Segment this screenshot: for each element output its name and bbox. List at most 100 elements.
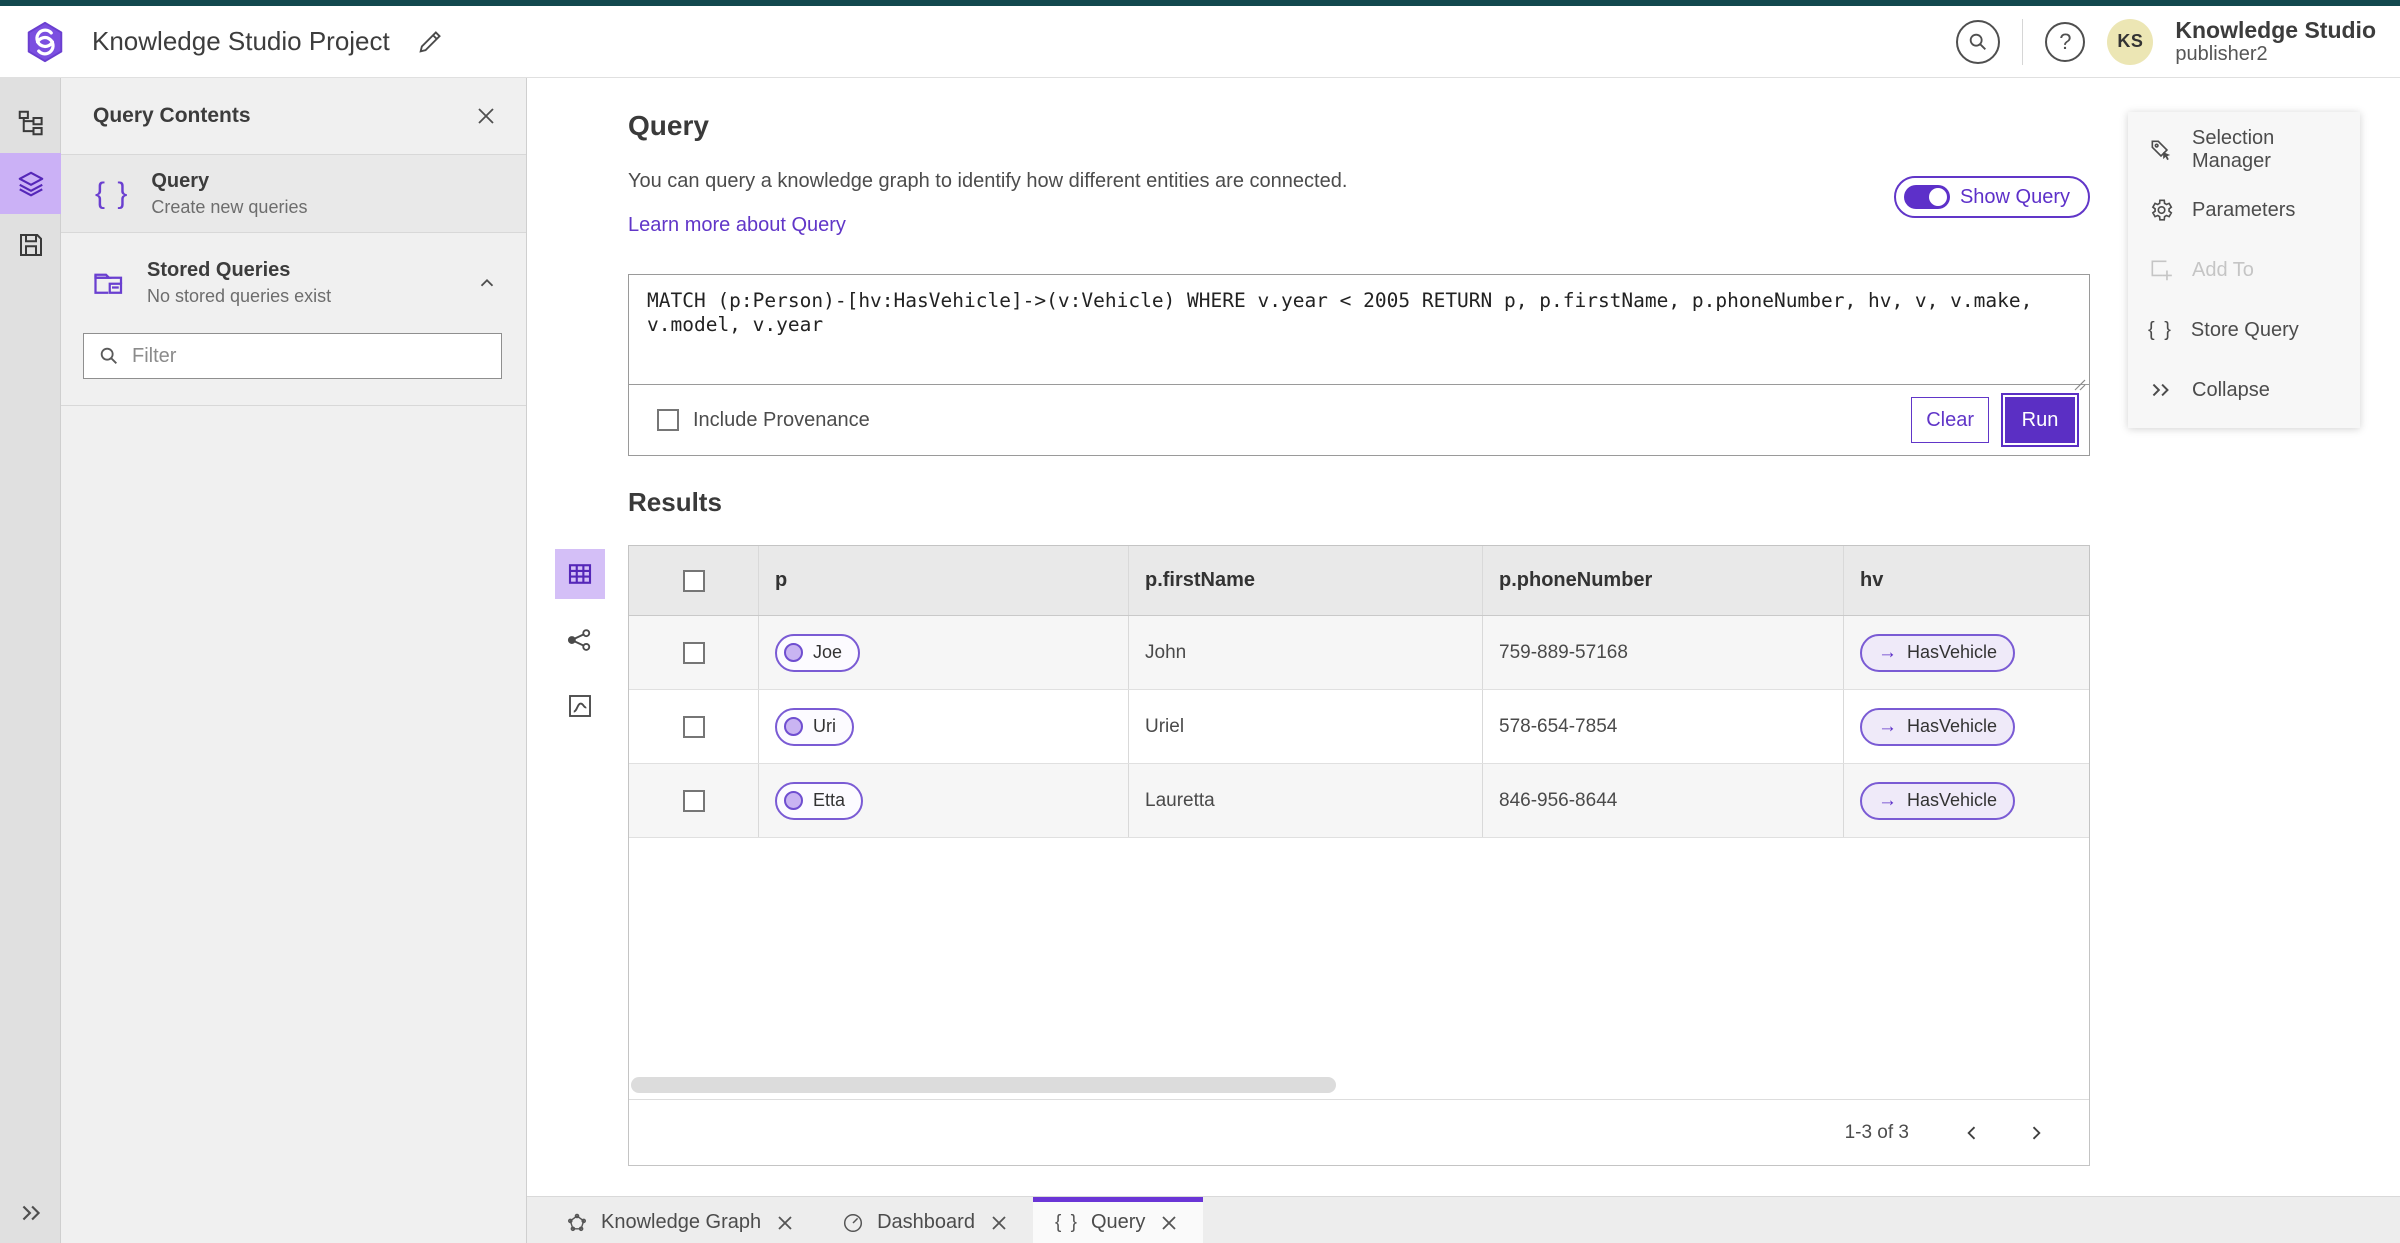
entity-pill[interactable]: Etta	[775, 781, 864, 820]
show-query-label: Show Query	[1959, 185, 2070, 208]
entity-pill[interactable]: Uri	[775, 707, 854, 746]
row-checkbox[interactable]	[682, 715, 705, 738]
search-icon	[100, 347, 117, 364]
column-header-hv[interactable]: hv	[1844, 546, 2089, 615]
stored-queries-label: Stored Queries	[147, 259, 291, 281]
collapse-button[interactable]: Collapse	[2128, 360, 2360, 420]
header-divider	[2022, 18, 2024, 65]
tab-knowledge-graph[interactable]: Knowledge Graph	[543, 1197, 819, 1243]
app-header: Knowledge Studio Project ? KS Knowledge …	[0, 6, 2400, 78]
add-to-icon	[2151, 260, 2172, 281]
table-row[interactable]: Uri Uriel 578-654-7854 → HasVehicle	[629, 690, 2089, 764]
relationship-pill[interactable]: → HasVehicle	[1860, 781, 2016, 820]
relationship-pill[interactable]: → HasVehicle	[1860, 633, 2016, 672]
show-query-toggle[interactable]: Show Query	[1893, 176, 2090, 218]
row-checkbox[interactable]	[682, 641, 705, 664]
table-view-button[interactable]	[555, 549, 605, 599]
avatar[interactable]: KS	[2107, 18, 2154, 65]
save-floppy-icon	[19, 233, 42, 256]
clear-button[interactable]: Clear	[1911, 397, 1989, 443]
selection-manager-button[interactable]: Selection Manager	[2128, 120, 2360, 180]
user-role: publisher2	[2175, 43, 2268, 66]
resize-grip-icon[interactable]	[2070, 375, 2086, 391]
dashboard-gauge-icon	[844, 1213, 863, 1232]
layers-icon	[18, 171, 43, 196]
double-chevron-right-icon	[22, 1205, 40, 1221]
query-description: You can query a knowledge graph to ident…	[628, 170, 1348, 192]
left-icon-rail	[0, 78, 61, 1243]
column-header-firstname[interactable]: p.firstName	[1129, 546, 1483, 615]
run-button[interactable]: Run	[2001, 393, 2079, 447]
stored-queries-filter	[83, 333, 502, 379]
search-button[interactable]	[1956, 19, 2001, 64]
query-item-description: Create new queries	[151, 196, 308, 217]
select-all-checkbox[interactable]	[682, 569, 705, 592]
selection-manager-icon	[2151, 140, 2171, 161]
tab-dashboard[interactable]: Dashboard	[819, 1197, 1033, 1243]
table-row[interactable]: Joe John 759-889-57168 → HasVehicle	[629, 616, 2089, 690]
graph-view-button[interactable]	[555, 615, 605, 665]
stored-queries-section[interactable]: Stored Queries No stored queries exist	[61, 259, 526, 307]
panel-item-query[interactable]: { } Query Create new queries	[61, 155, 526, 233]
panel-divider	[61, 405, 526, 406]
rail-item-save[interactable]	[0, 214, 61, 275]
search-icon	[1970, 33, 1987, 50]
close-tab-icon[interactable]	[773, 1211, 797, 1235]
bottom-tab-bar: Knowledge Graph Dashboard { } Query	[527, 1196, 2400, 1243]
learn-more-link[interactable]: Learn more about Query	[628, 214, 846, 237]
cell-phonenumber: 759-889-57168	[1483, 616, 1844, 689]
entity-pill[interactable]: Joe	[775, 633, 861, 672]
tab-query[interactable]: { } Query	[1032, 1197, 1204, 1243]
expand-panel-button[interactable]	[0, 1191, 61, 1235]
user-info[interactable]: Knowledge Studio publisher2	[2175, 17, 2382, 66]
toggle-switch-icon	[1903, 185, 1950, 209]
graph-view-icon	[567, 629, 591, 651]
arrow-right-icon: →	[1878, 715, 1897, 737]
rail-item-data-model[interactable]	[0, 92, 61, 153]
results-table: p p.firstName p.phoneNumber hv Joe John …	[628, 545, 2090, 1166]
column-header-p[interactable]: p	[759, 546, 1129, 615]
horizontal-scrollbar-thumb[interactable]	[631, 1077, 1336, 1093]
parameters-button[interactable]: Parameters	[2128, 180, 2360, 240]
gear-icon	[2151, 199, 2173, 221]
chart-view-button[interactable]	[555, 681, 605, 731]
column-header-phonenumber[interactable]: p.phoneNumber	[1483, 546, 1844, 615]
close-panel-icon[interactable]	[474, 104, 498, 128]
table-row[interactable]: Etta Lauretta 846-956-8644 → HasVehicle	[629, 764, 2089, 838]
query-editor-footer: Include Provenance Clear Run	[629, 385, 2089, 455]
cell-firstname: Lauretta	[1129, 764, 1483, 837]
query-textarea[interactable]: MATCH (p:Person)-[hv:HasVehicle]->(v:Veh…	[629, 275, 2089, 385]
query-contents-panel: Query Contents { } Query Create new quer…	[61, 78, 527, 1243]
filter-input[interactable]	[132, 344, 487, 368]
edit-title-pencil-icon[interactable]	[416, 28, 444, 56]
help-button[interactable]: ?	[2045, 21, 2086, 62]
add-to-button: Add To	[2128, 240, 2360, 300]
stored-queries-description: No stored queries exist	[147, 286, 332, 306]
query-editor: MATCH (p:Person)-[hv:HasVehicle]->(v:Veh…	[628, 274, 2090, 456]
entity-node-icon	[784, 643, 803, 662]
previous-page-button[interactable]	[1955, 1116, 1989, 1150]
next-page-button[interactable]	[2019, 1116, 2053, 1150]
rail-item-layers[interactable]	[0, 153, 61, 214]
question-mark-icon: ?	[2059, 28, 2072, 54]
query-actions-card: Selection Manager Parameters Add To { } …	[2128, 112, 2360, 428]
include-provenance-checkbox[interactable]	[657, 409, 679, 431]
chevron-up-icon[interactable]	[476, 272, 498, 294]
table-header-row: p p.firstName p.phoneNumber hv	[629, 546, 2089, 616]
close-tab-icon[interactable]	[987, 1211, 1011, 1235]
double-chevron-right-icon	[2152, 383, 2169, 397]
braces-icon: { }	[1054, 1211, 1079, 1233]
query-contents-header: Query Contents	[61, 78, 526, 155]
store-query-button[interactable]: { } Store Query	[2128, 300, 2360, 360]
project-title: Knowledge Studio Project	[92, 26, 390, 56]
braces-icon: { }	[2148, 318, 2173, 341]
main-content: Query You can query a knowledge graph to…	[527, 78, 2400, 1196]
close-tab-icon[interactable]	[1157, 1211, 1181, 1235]
arrow-right-icon: →	[1878, 641, 1897, 663]
row-checkbox[interactable]	[682, 789, 705, 812]
arrow-right-icon: →	[1878, 789, 1897, 811]
entity-node-icon	[784, 791, 803, 810]
chart-view-icon	[569, 695, 591, 717]
pagination-range: 1-3 of 3	[1844, 1121, 1909, 1143]
relationship-pill[interactable]: → HasVehicle	[1860, 707, 2016, 746]
